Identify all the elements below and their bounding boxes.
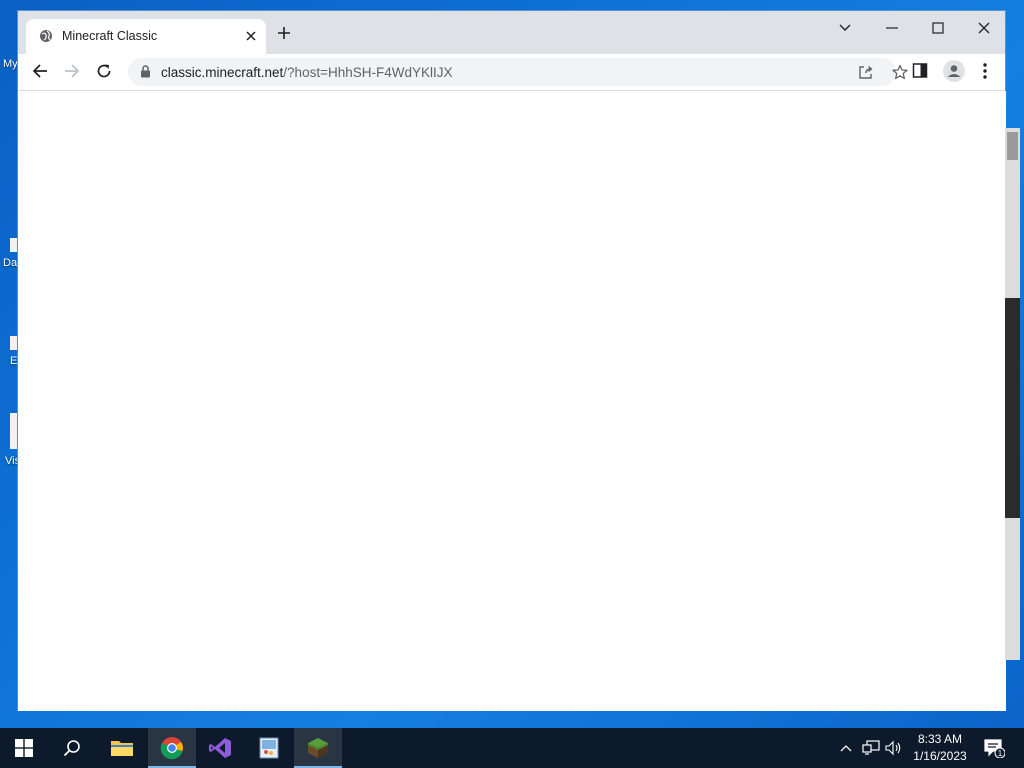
address-bar[interactable]: classic.minecraft.net/?host=HhhSH-F4WdYK… bbox=[128, 58, 908, 86]
browser-toolbar: classic.minecraft.net/?host=HhhSH-F4WdYK… bbox=[18, 54, 1005, 91]
paint-app-icon[interactable] bbox=[245, 728, 293, 768]
side-panel-icon[interactable] bbox=[912, 62, 928, 85]
action-center-icon[interactable]: 1 bbox=[980, 728, 1008, 768]
clock-date: 1/16/2023 bbox=[913, 749, 967, 763]
search-icon[interactable] bbox=[48, 728, 96, 768]
chrome-taskbar-icon[interactable] bbox=[148, 728, 196, 768]
scrollbar-thumb[interactable] bbox=[1007, 132, 1018, 160]
volume-icon[interactable] bbox=[884, 728, 904, 768]
url-text: classic.minecraft.net/?host=HhhSH-F4WdYK… bbox=[161, 65, 453, 80]
globe-icon bbox=[39, 29, 53, 48]
chrome-menu-icon[interactable] bbox=[982, 62, 988, 85]
minecraft-taskbar-icon[interactable] bbox=[294, 728, 342, 768]
tab-title: Minecraft Classic bbox=[62, 29, 158, 43]
new-tab-button[interactable] bbox=[277, 26, 291, 45]
desktop-icon-label: My bbox=[3, 58, 18, 70]
tab-strip: Minecraft Classic bbox=[18, 11, 1005, 54]
clock-time: 8:33 AM bbox=[917, 732, 963, 746]
scrollbar-dark-region bbox=[1005, 298, 1020, 518]
reload-button[interactable] bbox=[96, 63, 112, 84]
profile-avatar-icon[interactable] bbox=[942, 59, 966, 88]
tab-minecraft-classic[interactable]: Minecraft Classic bbox=[26, 19, 266, 54]
bookmark-star-icon[interactable] bbox=[892, 64, 908, 85]
page-viewport[interactable] bbox=[18, 91, 1006, 711]
page-scrollbar[interactable] bbox=[1005, 128, 1020, 660]
file-explorer-icon[interactable] bbox=[98, 728, 146, 768]
url-host: classic.minecraft.net bbox=[161, 65, 284, 80]
tab-search-button[interactable] bbox=[831, 18, 859, 38]
taskbar: 8:33 AM 1/16/2023 1 bbox=[0, 728, 1024, 768]
browser-window: Minecraft Classic classic.minecraft.net/… bbox=[17, 10, 1006, 711]
show-hidden-icons-chevron[interactable] bbox=[838, 728, 854, 768]
start-button[interactable] bbox=[0, 728, 48, 768]
lock-icon[interactable] bbox=[140, 65, 151, 83]
close-tab-icon[interactable] bbox=[245, 29, 257, 47]
back-button[interactable] bbox=[32, 63, 48, 84]
url-path: /?host=HhhSH-F4WdYKlIJX bbox=[283, 65, 453, 80]
desktop-icon-label: Da bbox=[3, 257, 18, 269]
share-icon[interactable] bbox=[858, 64, 874, 85]
minimize-button[interactable] bbox=[878, 18, 906, 38]
visual-studio-icon[interactable] bbox=[196, 728, 244, 768]
forward-button[interactable] bbox=[64, 63, 80, 84]
close-window-button[interactable] bbox=[970, 18, 998, 38]
notification-count: 1 bbox=[998, 749, 1003, 758]
maximize-button[interactable] bbox=[924, 18, 952, 38]
network-icon[interactable] bbox=[860, 728, 882, 768]
taskbar-clock[interactable]: 8:33 AM 1/16/2023 bbox=[905, 731, 975, 765]
